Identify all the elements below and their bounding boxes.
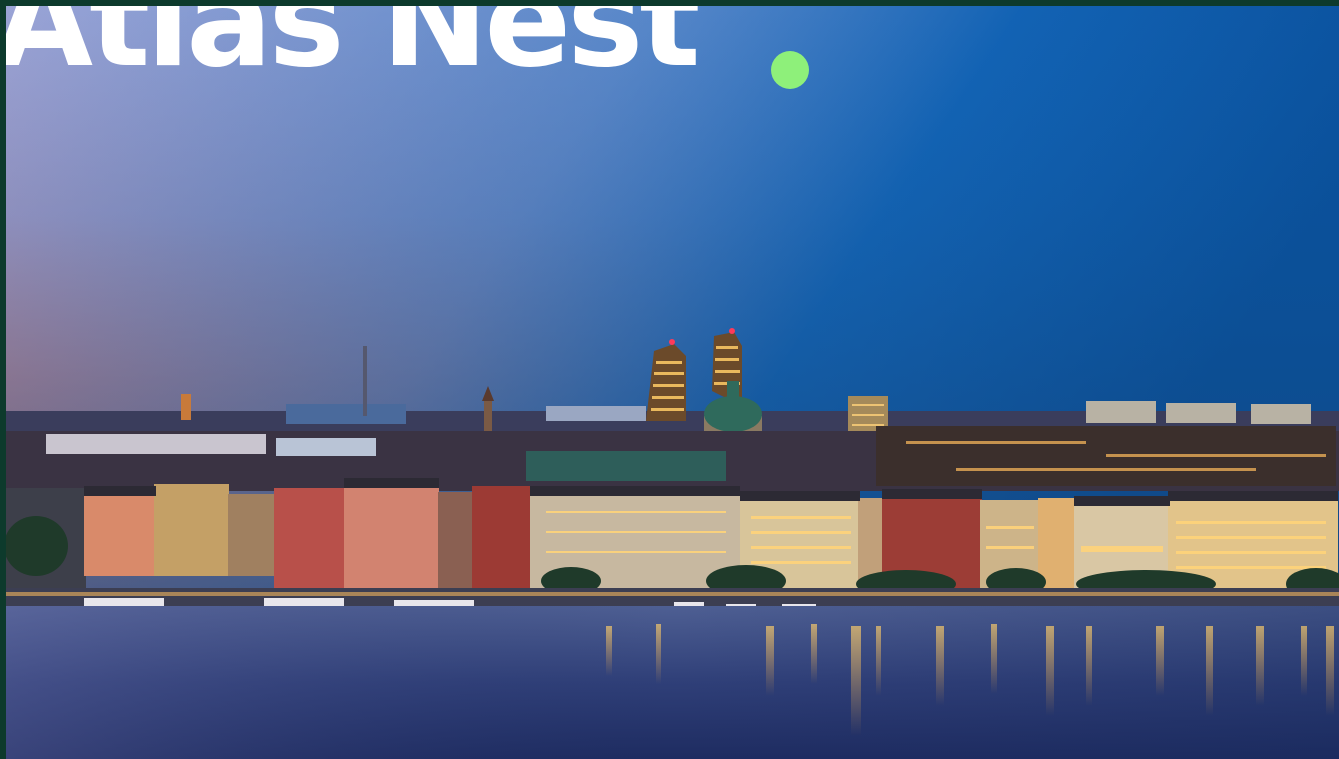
hero-image bbox=[6, 6, 1339, 759]
brand-logo-text: Atlas Nest bbox=[6, 6, 701, 96]
hero-frame: Atlas Nest bbox=[6, 6, 1339, 759]
brand-logo-dot bbox=[771, 51, 809, 89]
mid-city bbox=[6, 426, 1339, 491]
